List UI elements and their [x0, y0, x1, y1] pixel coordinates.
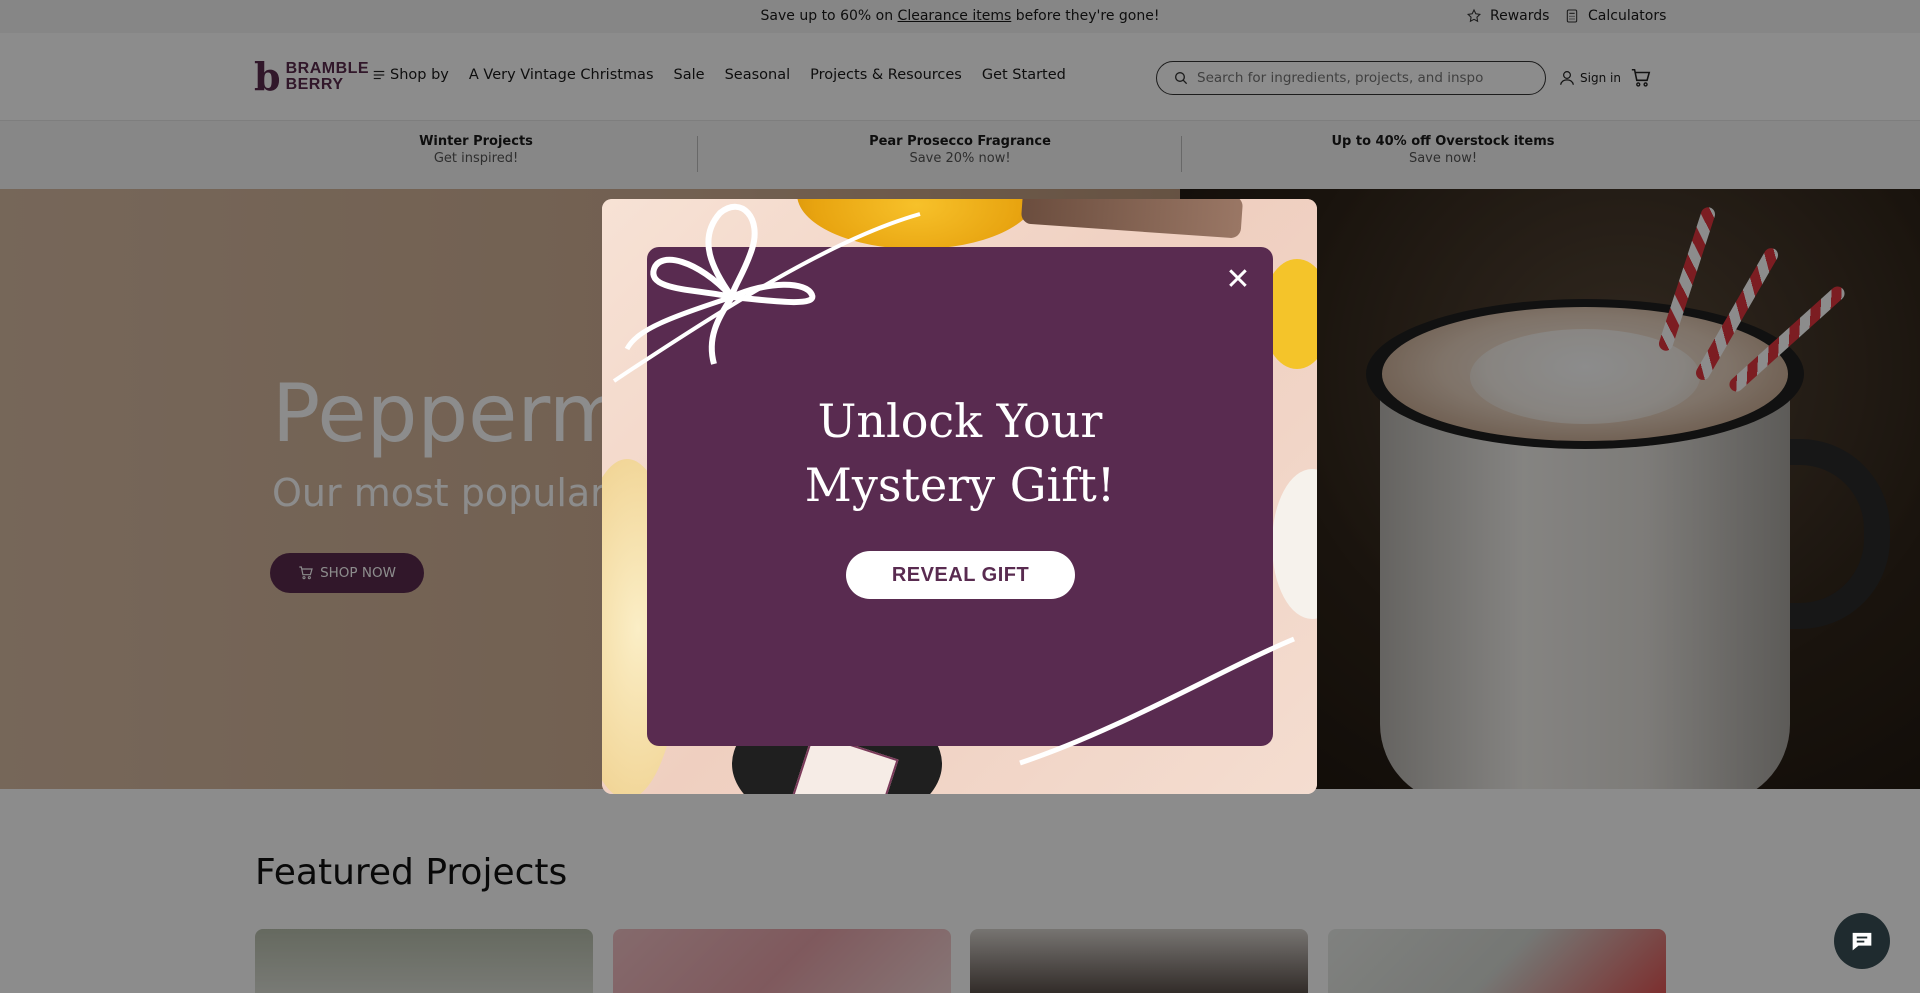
- close-icon: ✕: [1225, 261, 1251, 297]
- modal-title-line2: Mystery Gift!: [804, 458, 1116, 512]
- mystery-gift-modal: ✕ Unlock Your Mystery Gift! REVEAL GIFT: [602, 199, 1317, 794]
- chat-button[interactable]: [1834, 913, 1890, 969]
- modal-title-line1: Unlock Your: [817, 394, 1103, 448]
- close-button[interactable]: ✕: [1218, 259, 1258, 299]
- modal-title: Unlock Your Mystery Gift!: [647, 389, 1273, 517]
- reveal-gift-button[interactable]: REVEAL GIFT: [846, 551, 1075, 599]
- chat-icon: [1852, 932, 1872, 951]
